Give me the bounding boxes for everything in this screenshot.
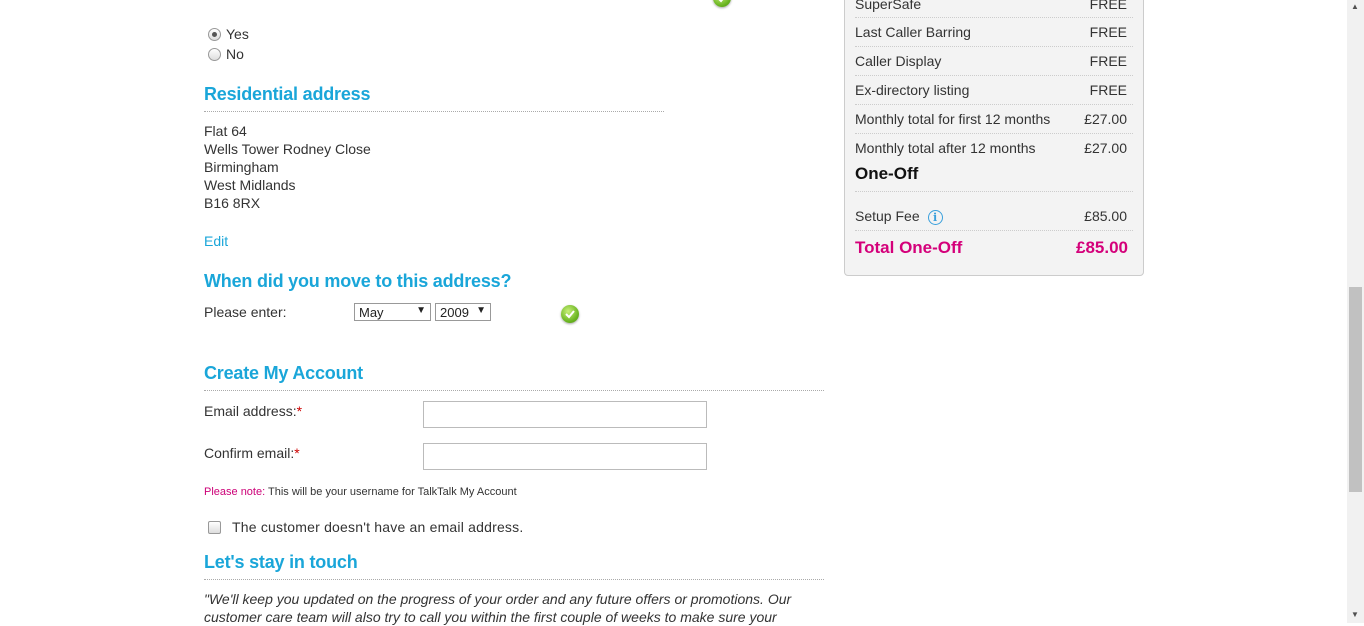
divider (855, 75, 1133, 76)
summary-row-label: Last Caller Barring (855, 24, 971, 40)
address-line: B16 8RX (204, 195, 261, 211)
radio-no-control[interactable] (208, 47, 221, 61)
info-icon[interactable]: i (927, 209, 943, 225)
chevron-down-icon: ▼ (476, 305, 486, 316)
chevron-down-icon: ▼ (416, 305, 426, 316)
radio-yes-label: Yes (226, 26, 249, 42)
summary-row-label: Caller Display (855, 53, 942, 69)
divider (855, 133, 1133, 134)
summary-row-value: FREE (1089, 24, 1127, 40)
note-prefix: Please note: (204, 486, 266, 498)
address-line: West Midlands (204, 177, 296, 193)
residential-address-heading: Residential address (204, 84, 371, 104)
summary-row-label: Monthly total after 12 months (855, 140, 1036, 156)
summary-row-label: Monthly total for first 12 months (855, 111, 1051, 127)
note-text: This will be your username for TalkTalk … (265, 486, 517, 498)
address-line: Wells Tower Rodney Close (204, 141, 371, 157)
setup-fee-row: Setup Fee i £85.00 (855, 208, 1133, 225)
valid-check-icon (713, 0, 731, 7)
username-note: Please note: This will be your username … (204, 486, 517, 498)
setup-fee-label-wrap: Setup Fee i (855, 208, 943, 225)
divider (855, 17, 1133, 18)
divider (855, 104, 1133, 105)
stay-in-touch-heading: Let's stay in touch (204, 552, 358, 572)
email-input[interactable] (423, 401, 707, 428)
confirm-email-label-text: Confirm email: (204, 445, 295, 461)
divider (204, 111, 664, 112)
no-email-checkbox-label[interactable]: The customer doesn't have an email addre… (232, 519, 523, 535)
summary-row: SuperSafe FREE (855, 0, 1133, 12)
scrollbar-thumb[interactable] (1349, 287, 1362, 492)
summary-row: Monthly total after 12 months £27.00 (855, 140, 1133, 156)
summary-row-value: FREE (1089, 82, 1127, 98)
confirm-email-label: Confirm email:* (204, 445, 300, 461)
divider (855, 46, 1133, 47)
radio-no[interactable]: No (208, 46, 244, 62)
divider (855, 191, 1133, 192)
email-label: Email address:* (204, 403, 302, 419)
month-select-value: May (359, 305, 384, 320)
year-select[interactable]: 2009 ▼ (435, 303, 491, 321)
summary-row-label: Ex-directory listing (855, 82, 970, 98)
summary-row: Last Caller Barring FREE (855, 24, 1133, 40)
required-marker: * (296, 403, 303, 419)
summary-row: Monthly total for first 12 months £27.00 (855, 111, 1133, 127)
summary-row-value: £27.00 (1084, 140, 1127, 156)
summary-row: Ex-directory listing FREE (855, 82, 1133, 98)
scroll-up-arrow-icon[interactable]: ▲ (1351, 2, 1359, 11)
no-email-checkbox[interactable] (208, 521, 221, 534)
summary-row-value: £27.00 (1084, 111, 1127, 127)
summary-row-value: FREE (1089, 53, 1127, 69)
setup-fee-value: £85.00 (1084, 208, 1127, 224)
move-date-heading: When did you move to this address? (204, 271, 512, 291)
required-marker: * (294, 445, 300, 461)
email-label-text: Email address: (204, 403, 297, 419)
valid-check-icon (561, 305, 579, 323)
create-account-heading: Create My Account (204, 363, 363, 383)
summary-row-label: SuperSafe (855, 0, 922, 12)
radio-yes-control[interactable] (208, 27, 221, 41)
stay-in-touch-text: "We'll keep you updated on the progress … (204, 591, 792, 625)
total-one-off-row: Total One-Off £85.00 (855, 238, 1133, 258)
month-select[interactable]: May ▼ (354, 303, 431, 321)
address-line: Flat 64 (204, 123, 247, 139)
summary-row-value: FREE (1089, 0, 1127, 12)
one-off-heading: One-Off (855, 164, 919, 183)
edit-address-link[interactable]: Edit (204, 233, 228, 249)
summary-row: Caller Display FREE (855, 53, 1133, 69)
address-line: Birmingham (204, 159, 279, 175)
total-one-off-label: Total One-Off (855, 238, 963, 257)
scroll-down-arrow-icon[interactable]: ▼ (1351, 610, 1359, 619)
divider (204, 390, 824, 391)
total-one-off-value: £85.00 (1076, 238, 1128, 257)
year-select-value: 2009 (440, 305, 469, 320)
divider (204, 579, 824, 580)
confirm-email-input[interactable] (423, 443, 707, 470)
please-enter-label: Please enter: (204, 304, 287, 320)
radio-no-label: No (226, 46, 244, 62)
order-summary-panel (844, 0, 1144, 276)
setup-fee-label: Setup Fee (855, 208, 920, 224)
divider (855, 230, 1133, 231)
radio-yes[interactable]: Yes (208, 26, 249, 42)
